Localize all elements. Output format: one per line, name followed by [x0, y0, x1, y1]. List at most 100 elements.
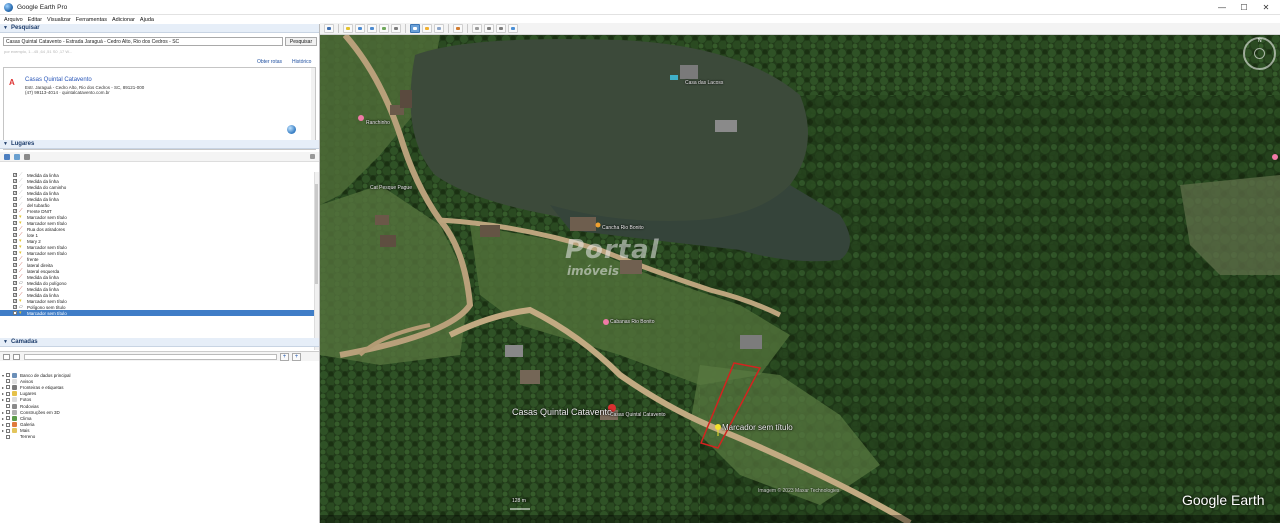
sidebar-toggle-button[interactable] — [324, 24, 334, 33]
layer-icon — [12, 384, 17, 390]
search-icon[interactable] — [3, 354, 10, 360]
get-directions-link[interactable]: Obter rotas — [257, 59, 282, 65]
place-label: Mary 2 — [27, 238, 41, 244]
place-checkbox[interactable]: ✓ — [13, 197, 17, 201]
building — [505, 345, 523, 357]
places-filter-input[interactable] — [24, 354, 277, 360]
places-scrollbar-thumb[interactable] — [315, 184, 318, 284]
yellow-pushpin — [715, 424, 721, 430]
place-checkbox[interactable]: ✓ — [13, 185, 17, 189]
menu-editar[interactable]: Editar — [28, 17, 42, 23]
email-button[interactable] — [472, 24, 482, 33]
planets-button[interactable] — [434, 24, 444, 33]
layer-checkbox[interactable] — [6, 410, 10, 415]
link-icon[interactable] — [14, 154, 20, 160]
place-checkbox[interactable]: ✓ — [13, 293, 17, 297]
place-checkbox[interactable]: ✓ — [13, 173, 17, 177]
place-checkbox[interactable]: ✓ — [13, 281, 17, 285]
layer-checkbox[interactable] — [6, 385, 10, 390]
satellite-imagery[interactable] — [320, 35, 1280, 523]
place-checkbox[interactable]: ✓ — [13, 203, 17, 207]
historical-imagery-button[interactable] — [410, 24, 420, 33]
place-checkbox[interactable]: ✓ — [13, 227, 17, 231]
layer-checkbox[interactable] — [6, 397, 10, 402]
place-label-main[interactable]: Casas Quintal Catavento — [512, 407, 612, 417]
place-item[interactable]: ✓ ▾ Marcador sem título — [0, 310, 314, 316]
layer-checkbox[interactable] — [6, 428, 10, 433]
add-overlay-button[interactable] — [379, 24, 389, 33]
add-path-button[interactable] — [367, 24, 377, 33]
folder-icon[interactable] — [4, 154, 10, 160]
history-link[interactable]: Histórico — [292, 59, 311, 65]
maximize-button[interactable]: ☐ — [1232, 0, 1256, 15]
result-title[interactable]: Casas Quintal Catavento — [25, 77, 92, 83]
cancha-label[interactable]: Cancha Rio Bonito — [602, 225, 644, 231]
menu-ajuda[interactable]: Ajuda — [140, 17, 154, 23]
close-button[interactable]: ✕ — [1254, 0, 1278, 15]
close-icon[interactable] — [310, 154, 315, 159]
results-scrollbar[interactable] — [311, 68, 315, 149]
look-joystick[interactable] — [1254, 48, 1265, 59]
minimize-button[interactable]: — — [1210, 0, 1234, 15]
save-image-button[interactable] — [496, 24, 506, 33]
globe-icon[interactable] — [287, 125, 296, 134]
print-icon[interactable] — [24, 154, 30, 160]
search-section-header[interactable]: ▼ Pesquisar — [0, 24, 319, 33]
layer-checkbox[interactable] — [6, 391, 10, 396]
menu-ferramentas[interactable]: Ferramentas — [76, 17, 107, 23]
search-input[interactable]: Casas Quintal Catavento - Estrada Jaragu… — [3, 37, 283, 46]
place-checkbox[interactable]: ✓ — [13, 221, 17, 225]
place-label-small[interactable]: Casas Quintal Catavento — [610, 412, 666, 418]
layer-icon — [12, 391, 17, 397]
layer-checkbox[interactable] — [6, 404, 10, 409]
place-checkbox[interactable]: ✓ — [13, 233, 17, 237]
menu-adicionar[interactable]: Adicionar — [112, 17, 135, 23]
add-polygon-button[interactable] — [355, 24, 365, 33]
layer-checkbox[interactable] — [6, 379, 10, 384]
search-button[interactable]: Pesquisar — [285, 37, 317, 46]
map-view[interactable]: Portal imóveis Casas Quintal Catavento C… — [320, 35, 1280, 523]
print-button[interactable] — [484, 24, 494, 33]
place-checkbox[interactable]: ✓ — [13, 215, 17, 219]
marker-label[interactable]: Marcador sem título — [722, 423, 793, 432]
place-checkbox[interactable]: ✓ — [13, 257, 17, 261]
layer-checkbox[interactable] — [6, 373, 10, 378]
ranchinho-label[interactable]: Ranchinho — [366, 120, 390, 126]
place-checkbox[interactable]: ✓ — [13, 311, 17, 315]
place-checkbox[interactable]: ✓ — [13, 305, 17, 309]
place-checkbox[interactable]: ✓ — [13, 191, 17, 195]
panel-toggle-icon[interactable] — [13, 354, 20, 360]
place-checkbox[interactable]: ✓ — [13, 209, 17, 213]
place-checkbox[interactable]: ✓ — [13, 299, 17, 303]
place-checkbox[interactable]: ✓ — [13, 239, 17, 243]
layer-checkbox[interactable] — [6, 434, 10, 439]
ruler-button[interactable] — [453, 24, 463, 33]
menu-visualizar[interactable]: Visualizar — [47, 17, 71, 23]
place-checkbox[interactable]: ✓ — [13, 179, 17, 183]
add-placemark-button[interactable] — [343, 24, 353, 33]
layer-item[interactable]: Terreno — [0, 434, 319, 440]
place-checkbox[interactable]: ✓ — [13, 251, 17, 255]
place-checkbox[interactable]: ✓ — [13, 269, 17, 273]
place-checkbox[interactable]: ✓ — [13, 245, 17, 249]
menu-arquivo[interactable]: Arquivo — [4, 17, 23, 23]
layers-section-header[interactable]: ▼ Camadas — [0, 338, 319, 347]
place-label: frente — [27, 256, 39, 262]
place-checkbox[interactable]: ✓ — [13, 287, 17, 291]
toolbar-separator — [467, 24, 468, 33]
places-section-header[interactable]: ▼ Lugares — [0, 140, 319, 149]
add-folder-icon[interactable]: + — [292, 353, 301, 361]
building — [380, 235, 396, 247]
record-tour-button[interactable] — [391, 24, 401, 33]
view-in-maps-button[interactable] — [508, 24, 518, 33]
layer-checkbox[interactable] — [6, 416, 10, 421]
place-checkbox[interactable]: ✓ — [13, 275, 17, 279]
layer-checkbox[interactable] — [6, 422, 10, 427]
add-icon[interactable]: + — [280, 353, 289, 361]
cat-pesque-label[interactable]: Cat Pesque Pague — [370, 185, 412, 191]
sunlight-button[interactable] — [422, 24, 432, 33]
pin-icon: ▾ — [19, 237, 22, 244]
cabanas-label[interactable]: Cabanas Rio Bonito — [610, 319, 654, 325]
casa-label[interactable]: Casa das Lacoss — [685, 80, 723, 86]
place-checkbox[interactable]: ✓ — [13, 263, 17, 267]
